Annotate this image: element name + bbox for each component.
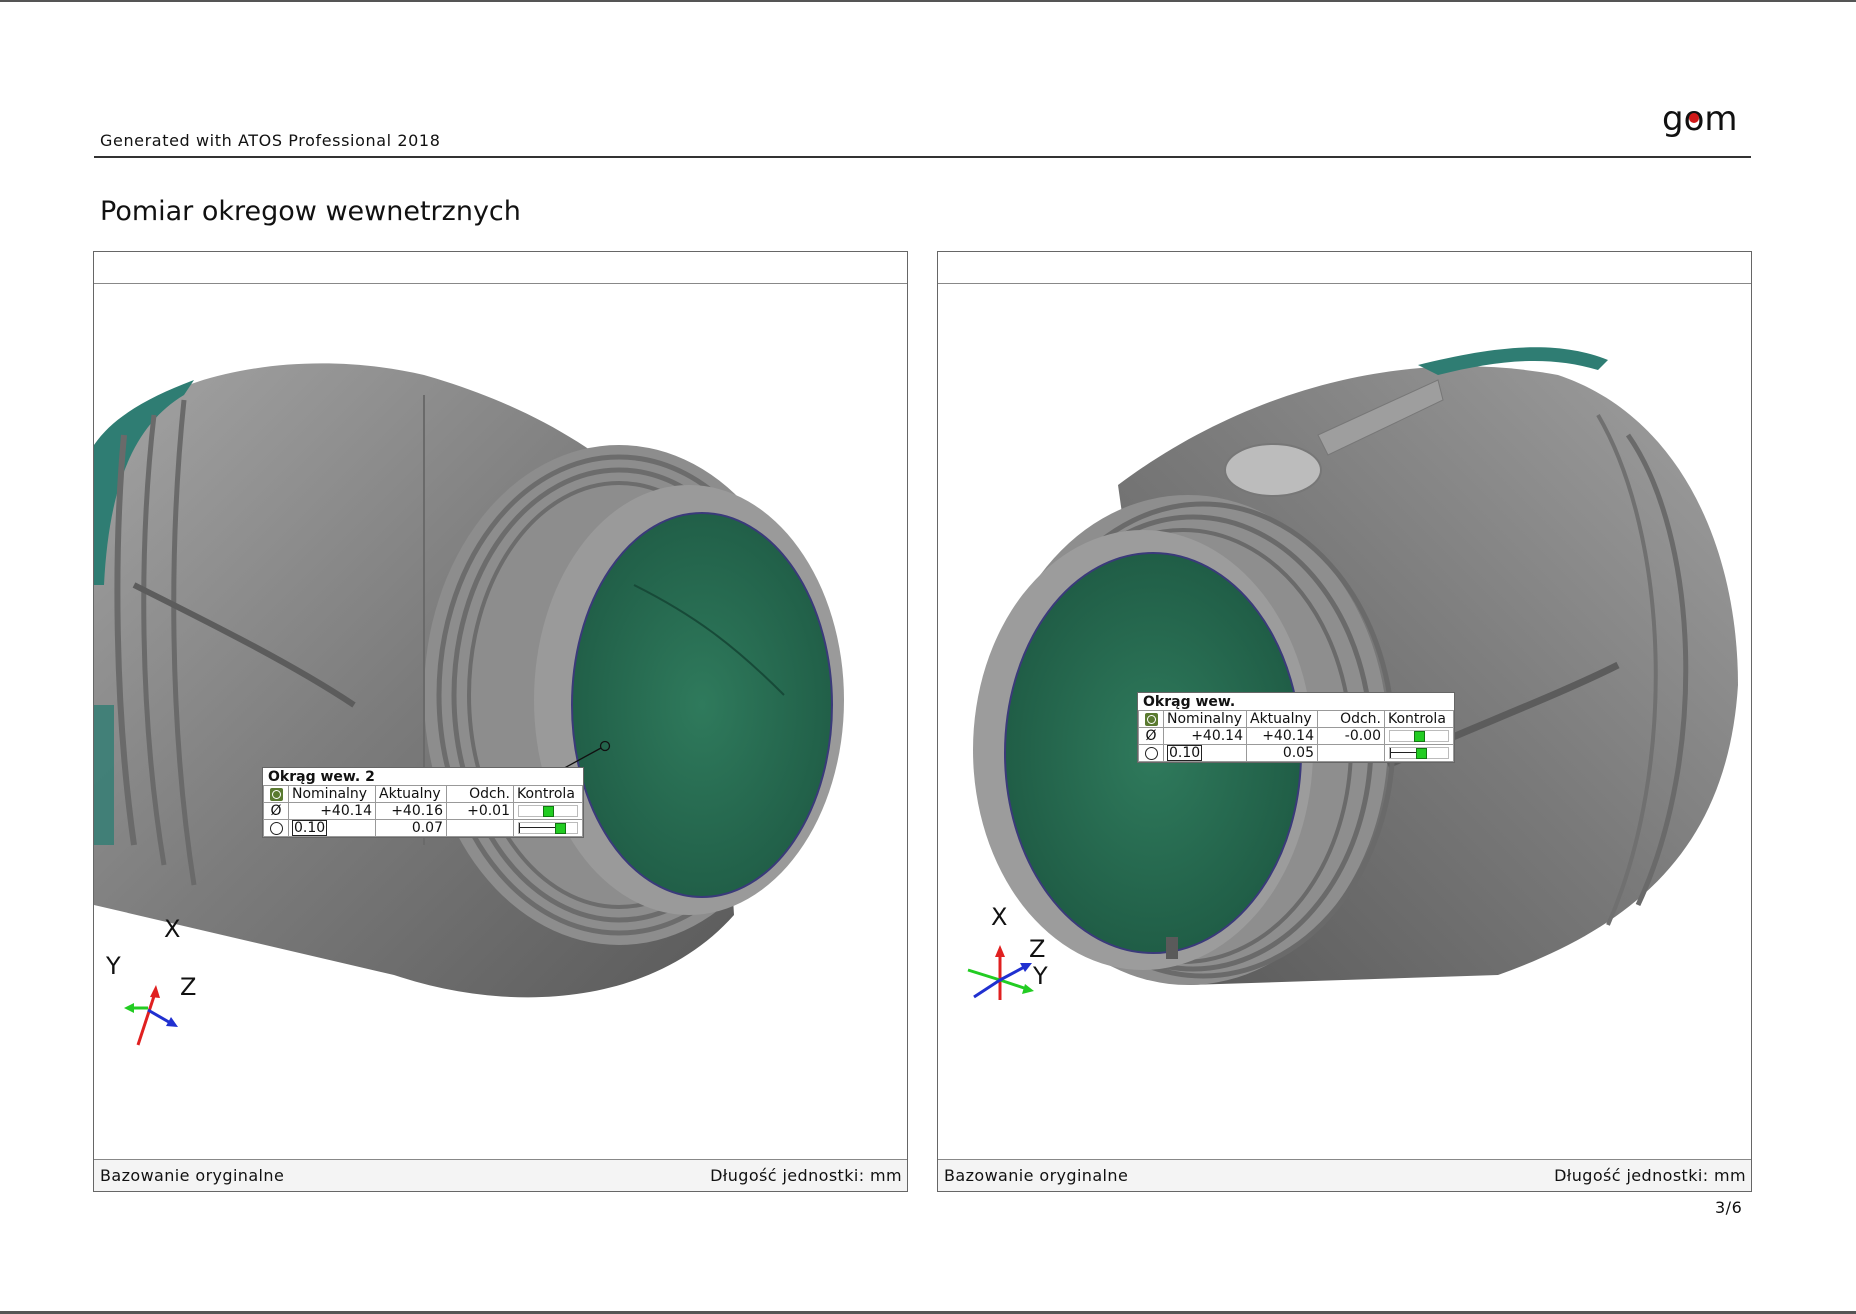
diameter-icon: Ø [1138,727,1164,745]
diameter-actual: +40.14 [1246,727,1318,745]
axis-x-label: X [164,915,181,943]
top-border [0,0,1856,2]
3d-view-right[interactable]: X Z Y Okrąg wew. Nominalny Aktualny Odch… [938,285,1751,1158]
roundness-check-gauge [513,819,583,837]
page-title: Pomiar okregow wewnetrznych [100,196,521,227]
col-check: Kontrola [1384,710,1454,728]
label-title: Okrąg wew. [1143,694,1236,710]
col-nominal: Nominalny [1163,710,1247,728]
circle-element-icon [1138,710,1164,728]
panel-header [94,252,907,284]
diameter-nominal: +40.14 [1163,727,1247,745]
panel-header [938,252,1751,284]
col-check: Kontrola [513,785,583,803]
roundness-icon [1138,744,1164,762]
panel-footer: Bazowanie oryginalne Długość jednostki: … [938,1159,1751,1191]
axis-y-label: Y [106,952,121,980]
roundness-deviation [1317,744,1385,762]
logo-text: gom [1662,99,1738,139]
page-number: 3/6 [1715,1198,1743,1217]
diameter-check-gauge [513,802,583,820]
alignment-text: Bazowanie oryginalne [100,1166,285,1185]
label-title: Okrąg wew. 2 [268,769,375,785]
col-actual: Aktualny [1246,710,1318,728]
roundness-tolerance: 0.10 [1163,744,1247,762]
measurement-label[interactable]: Okrąg wew. 2 Nominalny Aktualny Odch. Ko… [262,767,584,838]
diameter-deviation: -0.00 [1317,727,1385,745]
roundness-icon [263,819,289,837]
view-panel-left: X Y Z Okrąg wew. 2 Nominalny Aktualny Od… [93,251,908,1192]
diameter-nominal: +40.14 [288,802,376,820]
roundness-actual: 0.05 [1246,744,1318,762]
panel-footer: Bazowanie oryginalne Długość jednostki: … [94,1159,907,1191]
diameter-actual: +40.16 [375,802,447,820]
unit-length-text: Długość jednostki: mm [710,1166,902,1185]
measurement-table: Nominalny Aktualny Odch. Kontrola Ø +40.… [263,785,583,837]
unit-length-text: Długość jednostki: mm [1554,1166,1746,1185]
roundness-actual: 0.07 [375,819,447,837]
axis-y-label: Y [1033,962,1048,990]
view-panel-right: X Z Y Okrąg wew. Nominalny Aktualny Odch… [937,251,1752,1192]
axis-z-label: Z [1029,935,1046,963]
roundness-check-gauge [1384,744,1454,762]
alignment-text: Bazowanie oryginalne [944,1166,1129,1185]
measurement-label[interactable]: Okrąg wew. Nominalny Aktualny Odch. Kont… [1137,692,1455,763]
3d-view-left[interactable]: X Y Z Okrąg wew. 2 Nominalny Aktualny Od… [94,285,907,1158]
axis-z-label: Z [180,973,197,1001]
circle-element-icon [263,785,289,803]
axis-x-label: X [991,903,1008,931]
generated-with-text: Generated with ATOS Professional 2018 [100,131,441,150]
part-render-left [94,363,844,1046]
measurement-table: Nominalny Aktualny Odch. Kontrola Ø +40.… [1138,710,1454,762]
col-deviation: Odch. [446,785,514,803]
diameter-icon: Ø [263,802,289,820]
gom-logo: gom [1660,98,1752,150]
col-actual: Aktualny [375,785,447,803]
col-deviation: Odch. [1317,710,1385,728]
roundness-deviation [446,819,514,837]
diameter-deviation: +0.01 [446,802,514,820]
header-rule [94,156,1751,158]
roundness-tolerance: 0.10 [288,819,376,837]
col-nominal: Nominalny [288,785,376,803]
diameter-check-gauge [1384,727,1454,745]
